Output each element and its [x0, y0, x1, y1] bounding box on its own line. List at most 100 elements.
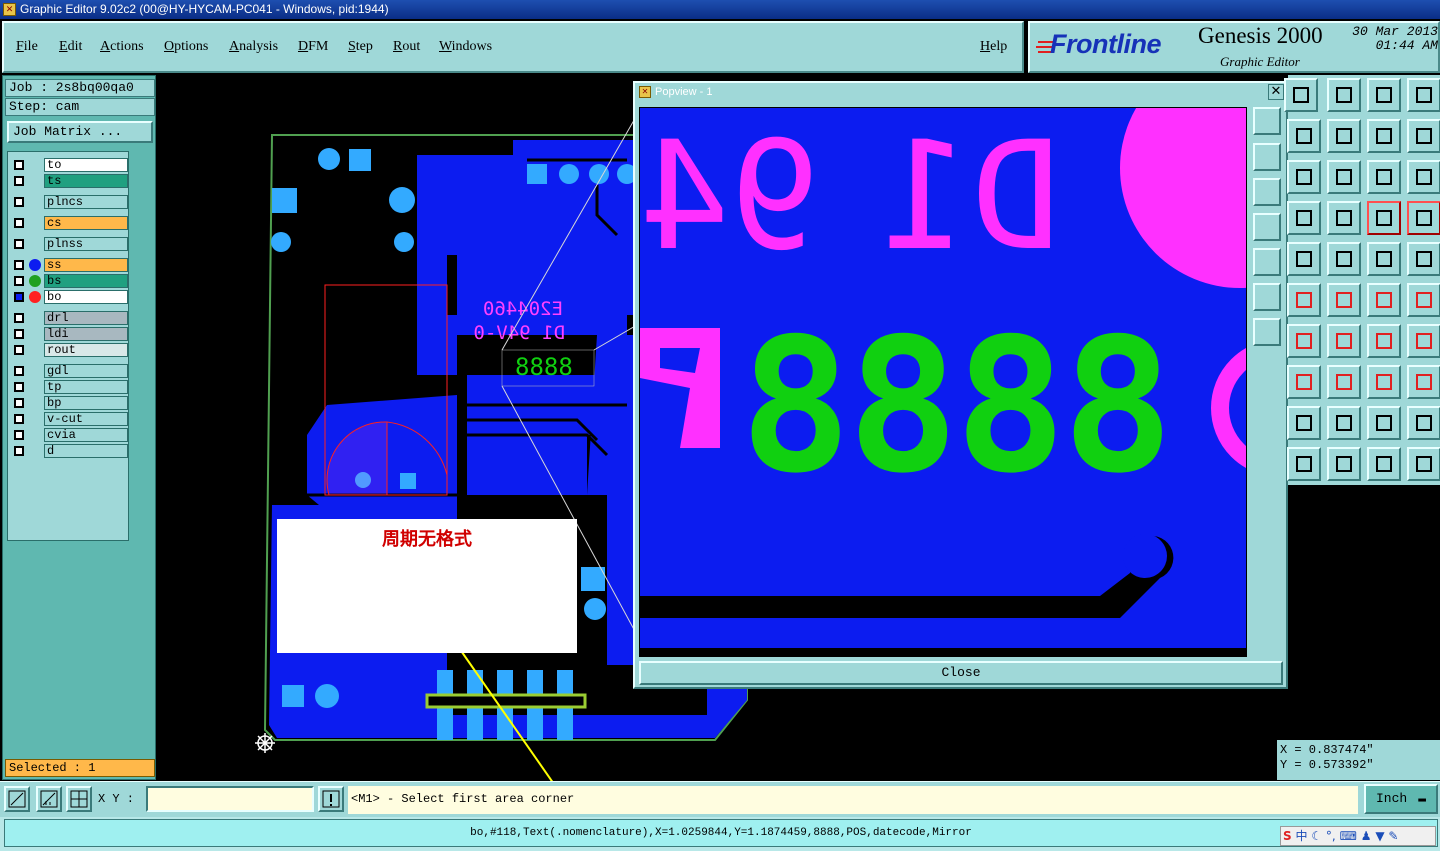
house-tool[interactable] [1367, 78, 1401, 112]
layer-checkbox[interactable] [14, 160, 24, 170]
popview-pan-down-tool[interactable] [1253, 178, 1281, 206]
ime-chinese-icon[interactable]: 中 [1295, 829, 1307, 843]
layer-row-cs[interactable]: cs [10, 216, 128, 230]
layer-row-ldi[interactable]: ldi [10, 327, 128, 341]
align-tool[interactable] [1367, 365, 1401, 399]
popview-canvas[interactable]: D1 94 8888 [639, 107, 1247, 657]
layer-row-to[interactable]: to [10, 158, 128, 172]
home-tool[interactable] [1284, 78, 1318, 112]
layer-row-bo[interactable]: bo [10, 290, 128, 304]
triangle-3-tool[interactable] [1367, 406, 1401, 440]
pointer-box-tool[interactable] [1327, 447, 1361, 481]
ime-moon-icon[interactable]: ☾ [1311, 829, 1322, 843]
triangle-4-tool[interactable] [1407, 406, 1440, 440]
ime-tool-icon[interactable]: ✎ [1388, 829, 1398, 843]
move-tool[interactable] [1327, 160, 1361, 194]
ime-shirt-icon[interactable]: ▼ [1375, 829, 1384, 843]
layer-name[interactable]: cvia [44, 428, 128, 442]
layer-name[interactable]: bp [44, 396, 128, 410]
layer-row-ss[interactable]: ss [10, 258, 128, 272]
connect-tool[interactable] [1287, 283, 1321, 317]
layer-checkbox[interactable] [14, 176, 24, 186]
layer-checkbox[interactable] [14, 366, 24, 376]
menu-dfm[interactable]: DFM [298, 39, 328, 55]
measure-button[interactable] [36, 786, 62, 812]
xy-input[interactable] [146, 786, 314, 812]
layer-row-tp[interactable]: tp [10, 380, 128, 394]
layer-row-plnss[interactable]: plnss [10, 237, 128, 251]
pad-tool[interactable] [1407, 242, 1440, 276]
popview-zoom-in-tool[interactable] [1253, 283, 1281, 311]
layer-name[interactable]: d [44, 444, 128, 458]
layer-name[interactable]: ldi [44, 327, 128, 341]
unit-selector[interactable]: Inch ▬ [1364, 784, 1438, 814]
rotate-tool[interactable] [1367, 324, 1401, 358]
select-tool[interactable] [1287, 242, 1321, 276]
layer-row-rout[interactable]: rout [10, 343, 128, 357]
menu-step[interactable]: Step [348, 39, 373, 55]
ime-punct-icon[interactable]: °, [1326, 829, 1336, 843]
layer-name[interactable]: drl [44, 311, 128, 325]
pointer-3-tool[interactable] [1367, 447, 1401, 481]
layer-name[interactable]: tp [44, 380, 128, 394]
menu-rout[interactable]: Rout [393, 39, 420, 55]
layer-row-ts[interactable]: ts [10, 174, 128, 188]
mirror-tool[interactable] [1407, 324, 1440, 358]
layer-name[interactable]: ts [44, 174, 128, 188]
layer-row-d[interactable]: d [10, 444, 128, 458]
layer-checkbox[interactable] [14, 382, 24, 392]
sogou-icon[interactable]: S [1283, 829, 1292, 843]
menu-options[interactable]: Options [164, 39, 208, 55]
job-matrix-button[interactable]: Job Matrix ... [7, 121, 153, 143]
menu-actions[interactable]: Actions [100, 39, 144, 55]
layer-name[interactable]: gdl [44, 364, 128, 378]
display-tool[interactable] [1327, 78, 1361, 112]
layer-name[interactable]: bo [44, 290, 128, 304]
window-tool[interactable] [1407, 78, 1440, 112]
pointer-4-tool[interactable] [1407, 447, 1440, 481]
layer-checkbox[interactable] [14, 292, 24, 302]
popview-zoom-out-tool[interactable] [1253, 318, 1281, 346]
layer-checkbox[interactable] [14, 329, 24, 339]
snap-tool[interactable] [1367, 201, 1401, 235]
popview-close-icon[interactable]: ✕ [1268, 84, 1284, 100]
popview-zoom-fit-tool[interactable] [1253, 107, 1281, 135]
grid-view-tool[interactable] [1327, 201, 1361, 235]
layer-checkbox[interactable] [14, 260, 24, 270]
resize-tool[interactable] [1287, 160, 1321, 194]
layer-checkbox[interactable] [14, 313, 24, 323]
layer-checkbox[interactable] [14, 398, 24, 408]
popview-pan-up-tool[interactable] [1253, 143, 1281, 171]
layer-checkbox[interactable] [14, 446, 24, 456]
layer-row-bp[interactable]: bp [10, 396, 128, 410]
menu-windows[interactable]: Windows [439, 39, 492, 55]
triangle-2-tool[interactable] [1327, 406, 1361, 440]
layer-checkbox[interactable] [14, 239, 24, 249]
grid-button[interactable] [66, 786, 92, 812]
layer-name[interactable]: ss [44, 258, 128, 272]
cross-tool[interactable] [1327, 283, 1361, 317]
layer-checkbox[interactable] [14, 276, 24, 286]
pointer-tool[interactable] [1287, 447, 1321, 481]
alert-button[interactable] [318, 786, 344, 812]
popview-pan-left-tool[interactable] [1253, 213, 1281, 241]
menu-analysis[interactable]: Analysis [229, 39, 278, 55]
export-tool[interactable] [1327, 119, 1361, 153]
layer-row-plncs[interactable]: plncs [10, 195, 128, 209]
triangle-tool[interactable] [1287, 406, 1321, 440]
layer-name[interactable]: to [44, 158, 128, 172]
help-tool[interactable] [1407, 160, 1440, 194]
layer-row-cvia[interactable]: cvia [10, 428, 128, 442]
popview-pan-right-tool[interactable] [1253, 248, 1281, 276]
layer-name[interactable]: v-cut [44, 412, 128, 426]
draw-tool[interactable] [1327, 324, 1361, 358]
layer-name[interactable]: plnss [44, 237, 128, 251]
dash-tool[interactable] [1327, 365, 1361, 399]
arrow-tool[interactable] [1407, 283, 1440, 317]
layer-row-bs[interactable]: bs [10, 274, 128, 288]
shape-tool[interactable] [1407, 365, 1440, 399]
ime-toolbar[interactable]: S 中 ☾ °, ⌨ ♟ ▼ ✎ [1280, 826, 1436, 846]
layer-name[interactable]: rout [44, 343, 128, 357]
zoom-box-tool[interactable] [1287, 119, 1321, 153]
popview-close-button[interactable]: Close [639, 661, 1283, 685]
